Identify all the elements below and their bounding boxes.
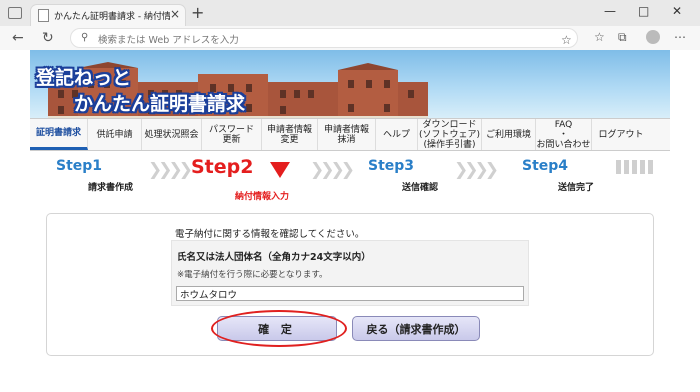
payment-info-panel: 電子納付に関する情報を確認してください。 氏名又は法人団体名（全角カナ24文字以… [46, 213, 654, 356]
chevron-arrows-icon: ❯❯❯❯ [454, 160, 499, 180]
menu-logout[interactable]: ログアウト [592, 119, 650, 150]
menu-applicant-change[interactable]: 申請者情報 変更 [262, 119, 318, 150]
search-icon: ⚲ [81, 32, 89, 43]
menu-help[interactable]: ヘルプ [376, 119, 418, 150]
more-menu-icon[interactable]: ⋯ [674, 30, 686, 44]
address-placeholder: 検索または Web アドレスを入力 [98, 35, 239, 46]
step-1: Step1 [56, 158, 103, 174]
address-bar[interactable]: ⚲ 検索または Web アドレスを入力 ☆ [70, 28, 578, 48]
favorites-icon[interactable]: ☆ [594, 30, 605, 44]
progress-steps: Step1 請求書作成 ❯❯❯❯ Step2 納付情報入力 ❯❯❯❯ Step3… [30, 151, 670, 206]
new-tab-button[interactable]: + [191, 3, 204, 22]
name-field-group: 氏名又は法人団体名（全角カナ24文字以内） ※電子納付を行う際に必要となります。 [171, 240, 529, 306]
maximize-button[interactable]: □ [638, 4, 649, 18]
collections-icon[interactable]: ⧉ [618, 30, 627, 45]
step-2: Step2 [191, 156, 254, 178]
menu-download[interactable]: ダウンロード (ソフトウェア) (操作手引書) [418, 119, 482, 150]
menu-environment[interactable]: ご利用環境 [482, 119, 536, 150]
minimize-button[interactable]: — [604, 4, 616, 18]
progress-end-bars-icon [616, 160, 656, 174]
tab-title: かんたん証明書請求 - 納付情報入力 [54, 12, 170, 22]
menu-password-update[interactable]: パスワード 更新 [202, 119, 262, 150]
menu-faq-contact[interactable]: FAQ ・ お問い合わせ [536, 119, 592, 150]
chevron-arrows-icon: ❯❯❯❯ [310, 160, 355, 180]
name-field-label: 氏名又は法人団体名（全角カナ24文字以内） [177, 252, 371, 263]
name-field-note: ※電子納付を行う際に必要となります。 [177, 270, 328, 280]
current-step-marker-icon [270, 162, 290, 178]
window-menu-icon[interactable] [8, 7, 22, 19]
main-menu: 証明書請求 供託申請 処理状況照会 パスワード 更新 申請者情報 変更 申請者情… [30, 118, 670, 151]
instruction-text: 電子納付に関する情報を確認してください。 [175, 229, 365, 240]
profile-avatar[interactable] [646, 30, 660, 44]
menu-certificate-request[interactable]: 証明書請求 [30, 119, 88, 150]
page-favicon-icon [38, 9, 49, 22]
menu-status-inquiry[interactable]: 処理状況照会 [142, 119, 202, 150]
chevron-arrows-icon: ❯❯❯❯ [148, 160, 193, 180]
step-1-label: 請求書作成 [88, 183, 134, 193]
step-4: Step4 [522, 158, 569, 174]
confirm-button[interactable]: 確 定 [217, 316, 337, 341]
menu-deposit-application[interactable]: 供託申請 [88, 119, 142, 150]
banner-title-line2: かんたん証明書請求 [74, 93, 246, 115]
step-4-label: 送信完了 [558, 183, 595, 193]
favorite-star-icon[interactable]: ☆ [561, 33, 572, 47]
tab-close-icon[interactable]: × [170, 7, 180, 21]
step-2-label: 納付情報入力 [235, 192, 290, 202]
toolbar: ← ↻ ⚲ 検索または Web アドレスを入力 ☆ ☆ ⧉ ⋯ [0, 26, 700, 50]
name-kana-input[interactable] [176, 286, 524, 301]
site-banner: 登記ねっと かんたん証明書請求 [30, 50, 670, 118]
browser-chrome: かんたん証明書請求 - 納付情報入力 × + — □ ✕ ← ↻ ⚲ 検索または… [0, 0, 700, 50]
close-window-button[interactable]: ✕ [672, 4, 682, 18]
back-to-request-button[interactable]: 戻る（請求書作成） [352, 316, 480, 341]
browser-tab[interactable]: かんたん証明書請求 - 納付情報入力 × [30, 4, 186, 26]
refresh-icon[interactable]: ↻ [42, 30, 54, 46]
banner-title-line1: 登記ねっと [36, 67, 132, 89]
back-arrow-icon[interactable]: ← [12, 30, 24, 46]
menu-applicant-delete[interactable]: 申請者情報 抹消 [318, 119, 376, 150]
tab-bar: かんたん証明書請求 - 納付情報入力 × + — □ ✕ [0, 0, 700, 26]
step-3-label: 送信確認 [402, 183, 439, 193]
step-3: Step3 [368, 158, 415, 174]
